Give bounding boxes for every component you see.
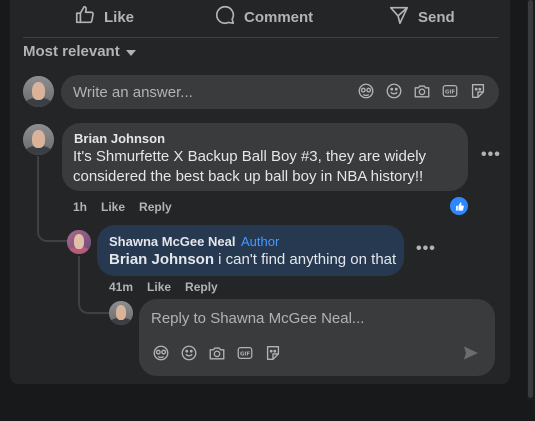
thumbs-up-icon (74, 4, 96, 30)
avatar-sticker-icon[interactable] (357, 82, 375, 100)
emoji-icon[interactable] (180, 344, 198, 362)
reply-text: Brian Johnson i can't find anything on t… (109, 250, 404, 270)
svg-text:GIF: GIF (445, 90, 455, 96)
reply-timestamp[interactable]: 41m (109, 280, 133, 294)
comment-author[interactable]: Brian Johnson (74, 131, 165, 146)
mention-link[interactable]: Brian Johnson (109, 251, 214, 268)
sticker-icon[interactable] (264, 344, 282, 362)
write-answer-placeholder: Write an answer... (73, 84, 193, 101)
send-arrow-icon[interactable] (463, 345, 479, 361)
reply-placeholder: Reply to Shawna McGee Neal... (151, 310, 365, 327)
reply-like-link[interactable]: Like (147, 280, 171, 294)
action-divider (23, 37, 499, 38)
reply-reply-link[interactable]: Reply (185, 280, 218, 294)
current-user-reply-avatar[interactable] (109, 301, 133, 325)
composer-icons: GIF (357, 82, 487, 100)
reply-meta: 41m Like Reply (109, 280, 218, 294)
sort-label: Most relevant (23, 43, 120, 60)
comment-meta: 1h Like Reply (73, 200, 172, 214)
reply-author[interactable]: Shawna McGee Neal (109, 234, 235, 249)
camera-icon[interactable] (208, 344, 226, 362)
like-button[interactable]: Like (74, 4, 134, 30)
send-button-label: Send (418, 8, 455, 26)
comment-like-link[interactable]: Like (101, 200, 125, 214)
emoji-icon[interactable] (385, 82, 403, 100)
comment-reply-link[interactable]: Reply (139, 200, 172, 214)
send-button[interactable]: Send (388, 4, 455, 30)
comment-text: It's Shmurfette X Backup Ball Boy #3, th… (73, 148, 427, 185)
post-card: Like Comment Send Most relevant Write an… (10, 0, 510, 384)
comment-more-options-icon[interactable]: ••• (481, 146, 501, 164)
gif-icon[interactable]: GIF (441, 82, 459, 100)
camera-icon[interactable] (413, 82, 431, 100)
like-button-label: Like (104, 8, 135, 26)
svg-text:GIF: GIF (240, 352, 250, 358)
comment-bubble: Brian Johnson It's Shmurfette X Backup B… (62, 123, 468, 191)
author-badge: Author (241, 234, 280, 249)
scrollbar-thumb[interactable] (528, 0, 533, 398)
reply-text-body: i can't find anything on that (214, 251, 397, 268)
brian-johnson-avatar[interactable] (23, 124, 54, 155)
comment-button[interactable]: Comment (214, 4, 313, 30)
comment-timestamp[interactable]: 1h (73, 200, 87, 214)
comment-bubble-icon (214, 4, 236, 30)
sticker-icon[interactable] (469, 82, 487, 100)
reply-bubble: Shawna McGee Neal Author Brian Johnson i… (97, 225, 404, 276)
reply-composer-icons: GIF (152, 344, 282, 362)
current-user-avatar[interactable] (23, 76, 54, 107)
post-action-bar: Like Comment Send (10, 0, 510, 36)
send-icon (388, 4, 410, 30)
avatar-sticker-icon[interactable] (152, 344, 170, 362)
sort-dropdown[interactable]: Most relevant (23, 43, 136, 60)
reply-more-options-icon[interactable]: ••• (416, 240, 436, 258)
like-reaction-icon[interactable] (449, 196, 469, 216)
reply-input[interactable]: Reply to Shawna McGee Neal... GIF (139, 299, 495, 376)
caret-down-icon (125, 49, 136, 56)
gif-icon[interactable]: GIF (236, 344, 254, 362)
write-answer-input[interactable]: Write an answer... GIF (61, 75, 499, 109)
shawna-mcgee-neal-avatar[interactable] (67, 230, 91, 254)
comment-button-label: Comment (244, 8, 314, 26)
